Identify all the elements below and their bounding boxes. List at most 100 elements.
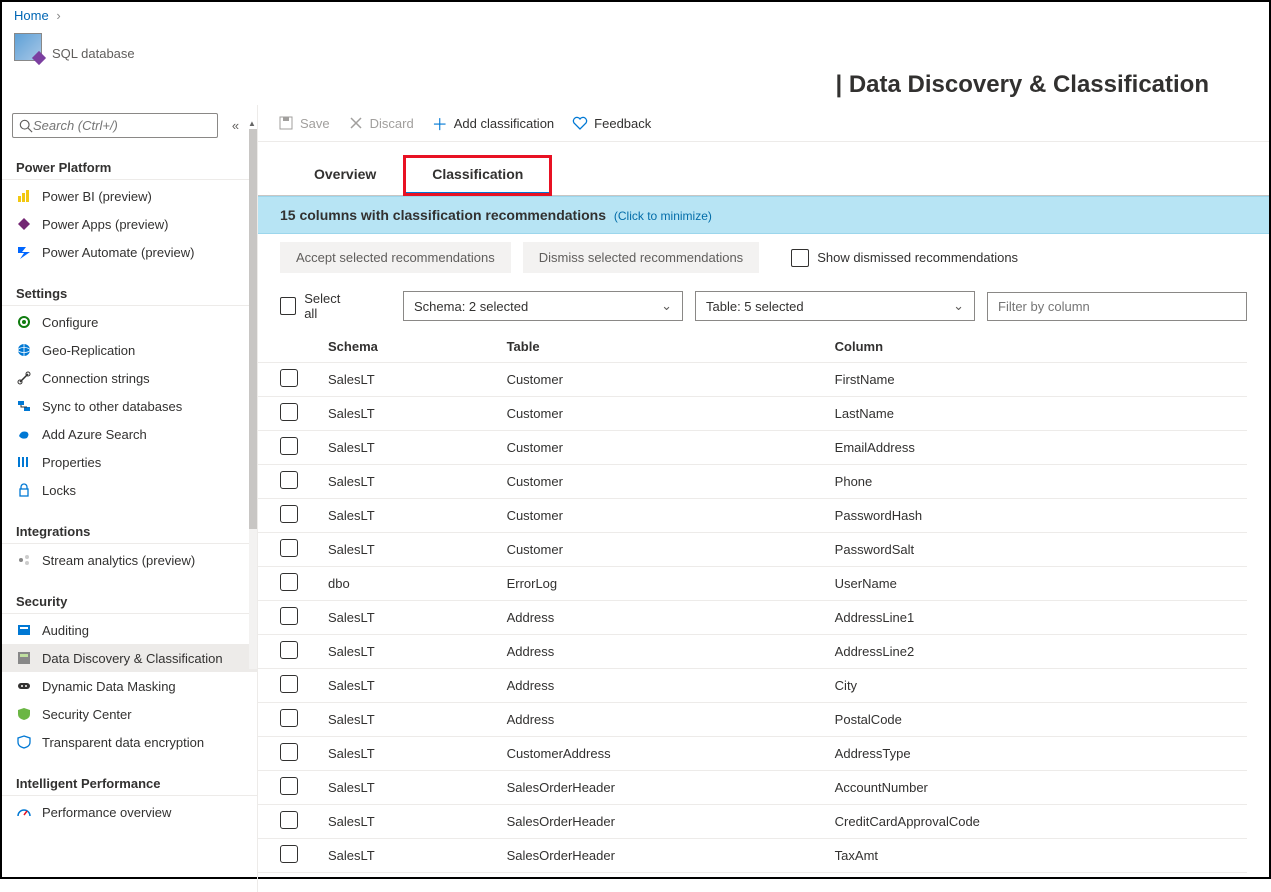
table-row[interactable]: SalesLTAddressAddressLine1 bbox=[258, 601, 1247, 635]
row-checkbox[interactable] bbox=[280, 505, 298, 523]
table-row[interactable]: SalesLTCustomerAddressAddressType bbox=[258, 737, 1247, 771]
nav-section-title: Settings bbox=[2, 278, 257, 306]
sidebar-item-label: Power Automate (preview) bbox=[42, 245, 194, 260]
table-row[interactable]: dboErrorLogUserName bbox=[258, 567, 1247, 601]
search-input[interactable] bbox=[33, 118, 211, 133]
sidebar-item-configure[interactable]: Configure bbox=[2, 308, 257, 336]
row-checkbox[interactable] bbox=[280, 539, 298, 557]
page-title: | Data Discovery & Classification bbox=[835, 71, 1209, 98]
cell-table: Address bbox=[497, 635, 825, 669]
save-label: Save bbox=[300, 116, 330, 131]
scrollbar-thumb[interactable] bbox=[249, 129, 257, 529]
table-row[interactable]: SalesLTCustomerLastName bbox=[258, 397, 1247, 431]
add-classification-button[interactable]: ＋ Add classification bbox=[432, 115, 554, 131]
sidebar-item-power-automate-preview-[interactable]: Power Automate (preview) bbox=[2, 238, 257, 266]
sidebar-item-stream-analytics-preview-[interactable]: Stream analytics (preview) bbox=[2, 546, 257, 574]
breadcrumb-home[interactable]: Home bbox=[14, 8, 49, 23]
tab-classification[interactable]: Classification bbox=[404, 156, 551, 195]
chevron-down-icon: ⌄ bbox=[661, 298, 672, 314]
cell-column: AddressLine2 bbox=[825, 635, 1247, 669]
sidebar-item-add-azure-search[interactable]: Add Azure Search bbox=[2, 420, 257, 448]
table-row[interactable]: SalesLTCustomerEmailAddress bbox=[258, 431, 1247, 465]
cell-schema: SalesLT bbox=[318, 703, 497, 737]
sidebar-item-sync-to-other-databases[interactable]: Sync to other databases bbox=[2, 392, 257, 420]
row-checkbox[interactable] bbox=[280, 437, 298, 455]
tabs: Overview Classification bbox=[258, 142, 1269, 196]
sidebar-item-security-center[interactable]: Security Center bbox=[2, 700, 257, 728]
sidebar-item-label: Sync to other databases bbox=[42, 399, 182, 414]
sidebar-item-geo-replication[interactable]: Geo-Replication bbox=[2, 336, 257, 364]
sidebar-item-properties[interactable]: Properties bbox=[2, 448, 257, 476]
discard-button[interactable]: Discard bbox=[348, 115, 414, 131]
table-row[interactable]: SalesLTSalesOrderHeaderCreditCardApprova… bbox=[258, 805, 1247, 839]
table-row[interactable]: SalesLTAddressCity bbox=[258, 669, 1247, 703]
row-checkbox[interactable] bbox=[280, 845, 298, 863]
table-row[interactable]: SalesLTAddressAddressLine2 bbox=[258, 635, 1247, 669]
sidebar-item-performance-overview[interactable]: Performance overview bbox=[2, 798, 257, 826]
row-checkbox[interactable] bbox=[280, 369, 298, 387]
sidebar-item-connection-strings[interactable]: Connection strings bbox=[2, 364, 257, 392]
sidebar-item-data-discovery-classification[interactable]: Data Discovery & Classification bbox=[2, 644, 257, 672]
sidebar-item-auditing[interactable]: Auditing bbox=[2, 616, 257, 644]
sidebar-item-transparent-data-encryption[interactable]: Transparent data encryption bbox=[2, 728, 257, 756]
command-bar: Save Discard ＋ Add classification Feedba… bbox=[258, 105, 1269, 142]
accept-button[interactable]: Accept selected recommendations bbox=[280, 242, 511, 273]
select-all-toggle[interactable]: Select all bbox=[280, 291, 351, 321]
row-checkbox[interactable] bbox=[280, 641, 298, 659]
row-checkbox[interactable] bbox=[280, 573, 298, 591]
discard-icon bbox=[348, 115, 364, 131]
row-checkbox[interactable] bbox=[280, 471, 298, 489]
table-row[interactable]: SalesLTCustomerPhone bbox=[258, 465, 1247, 499]
table-row[interactable]: SalesLTSalesOrderHeaderAccountNumber bbox=[258, 771, 1247, 805]
breadcrumb: Home › bbox=[2, 2, 1269, 29]
sidebar-item-label: Performance overview bbox=[42, 805, 171, 820]
show-dismissed-toggle[interactable]: Show dismissed recommendations bbox=[791, 249, 1018, 267]
row-checkbox[interactable] bbox=[280, 607, 298, 625]
column-filter-input[interactable] bbox=[998, 299, 1236, 314]
chevron-down-icon: ⌄ bbox=[953, 298, 964, 314]
azsearch-icon bbox=[16, 426, 32, 442]
save-button[interactable]: Save bbox=[278, 115, 330, 131]
collapse-sidebar-button[interactable]: « bbox=[224, 114, 247, 138]
banner-text: 15 columns with classification recommend… bbox=[280, 207, 606, 223]
row-checkbox[interactable] bbox=[280, 709, 298, 727]
column-filter[interactable] bbox=[987, 292, 1247, 321]
audit-icon bbox=[16, 622, 32, 638]
table-row[interactable]: SalesLTCustomerPasswordSalt bbox=[258, 533, 1247, 567]
cell-column: LastName bbox=[825, 397, 1247, 431]
cell-schema: SalesLT bbox=[318, 771, 497, 805]
cell-table: Customer bbox=[497, 397, 825, 431]
scroll-up-icon[interactable]: ▲ bbox=[247, 119, 257, 129]
row-checkbox[interactable] bbox=[280, 403, 298, 421]
sidebar-item-label: Power Apps (preview) bbox=[42, 217, 168, 232]
feedback-button[interactable]: Feedback bbox=[572, 115, 651, 131]
sidebar-search[interactable] bbox=[12, 113, 218, 138]
col-column: Column bbox=[825, 331, 1247, 363]
row-checkbox[interactable] bbox=[280, 811, 298, 829]
tde-icon bbox=[16, 734, 32, 750]
table-row[interactable]: SalesLTCustomerFirstName bbox=[258, 363, 1247, 397]
table-row[interactable]: SalesLTSalesOrderHeaderTaxAmt bbox=[258, 839, 1247, 873]
sidebar-item-locks[interactable]: Locks bbox=[2, 476, 257, 504]
sidebar-item-power-bi-preview-[interactable]: Power BI (preview) bbox=[2, 182, 257, 210]
cell-column: AddressType bbox=[825, 737, 1247, 771]
cell-column: CreditCardApprovalCode bbox=[825, 805, 1247, 839]
banner-hint: (Click to minimize) bbox=[614, 209, 712, 223]
cell-schema: SalesLT bbox=[318, 431, 497, 465]
row-checkbox[interactable] bbox=[280, 743, 298, 761]
sidebar-item-power-apps-preview-[interactable]: Power Apps (preview) bbox=[2, 210, 257, 238]
cell-table: ErrorLog bbox=[497, 567, 825, 601]
action-bar: Accept selected recommendations Dismiss … bbox=[258, 234, 1269, 281]
sidebar-item-label: Connection strings bbox=[42, 371, 150, 386]
table-row[interactable]: SalesLTCustomerPasswordHash bbox=[258, 499, 1247, 533]
table-row[interactable]: SalesLTAddressPostalCode bbox=[258, 703, 1247, 737]
row-checkbox[interactable] bbox=[280, 675, 298, 693]
table-filter-dropdown[interactable]: Table: 5 selected ⌄ bbox=[695, 291, 975, 321]
schema-filter-dropdown[interactable]: Schema: 2 selected ⌄ bbox=[403, 291, 683, 321]
recommendations-banner[interactable]: 15 columns with classification recommend… bbox=[258, 196, 1269, 234]
row-checkbox[interactable] bbox=[280, 777, 298, 795]
tab-overview[interactable]: Overview bbox=[286, 156, 404, 195]
sidebar-item-dynamic-data-masking[interactable]: Dynamic Data Masking bbox=[2, 672, 257, 700]
cell-schema: dbo bbox=[318, 567, 497, 601]
dismiss-button[interactable]: Dismiss selected recommendations bbox=[523, 242, 759, 273]
